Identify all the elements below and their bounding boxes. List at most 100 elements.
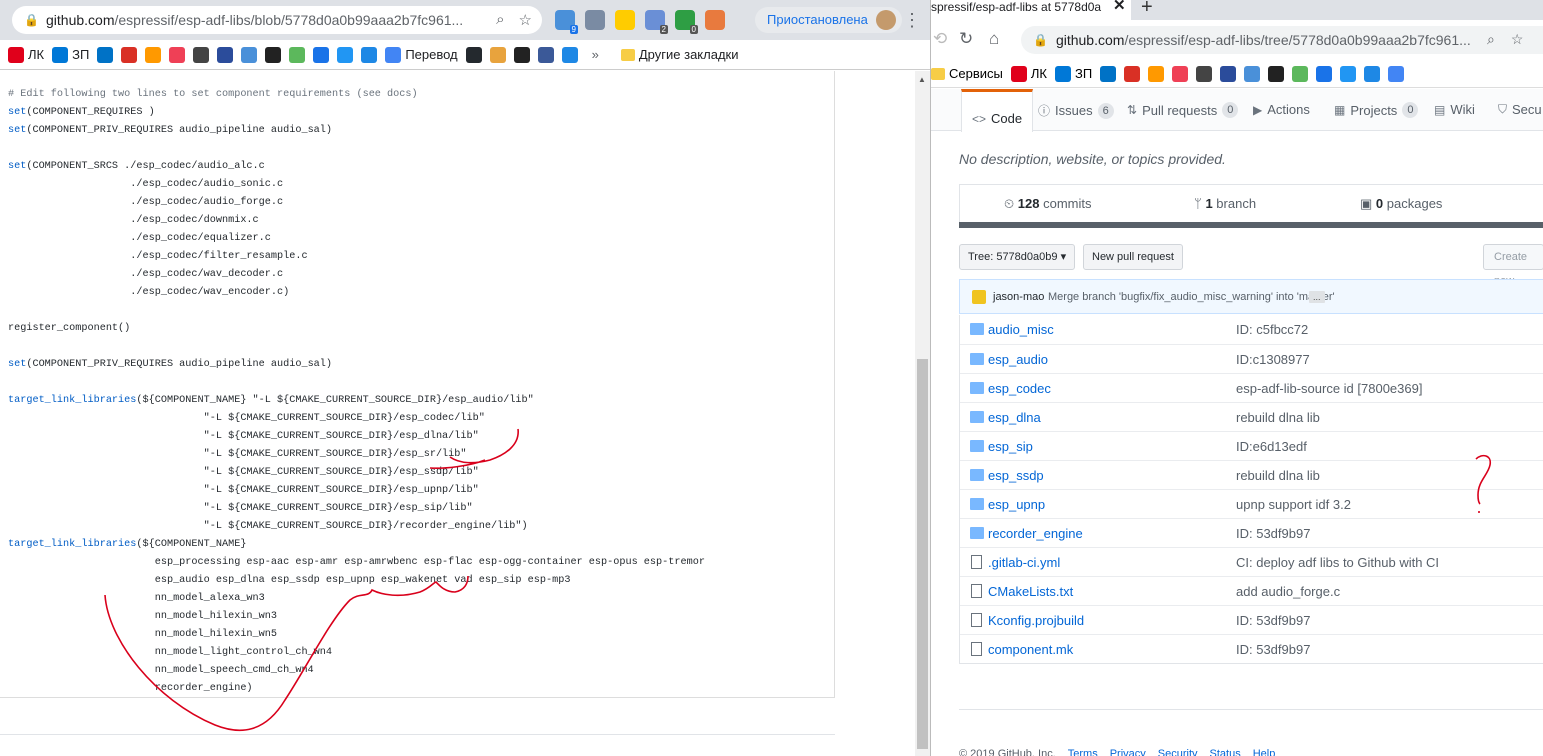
tab-issues[interactable]: ⓘ Issues 6 xyxy=(1038,102,1114,119)
bookmark-mail[interactable] xyxy=(145,46,162,63)
other-bookmarks-folder[interactable]: Другие закладки xyxy=(620,47,738,62)
scrollbar-thumb[interactable] xyxy=(917,359,928,749)
bookmark-skype[interactable]: ЗП xyxy=(52,46,89,63)
branches-link[interactable]: ᛘ 1 branch xyxy=(1194,196,1256,211)
commits-link[interactable]: ⏲ 128 commits xyxy=(1004,196,1091,212)
extension-icon-3[interactable] xyxy=(615,10,635,30)
check-extension-icon[interactable]: 0 xyxy=(675,10,698,34)
commit-expand-button[interactable]: ... xyxy=(1309,291,1325,303)
mail-extension-icon[interactable]: 2 xyxy=(645,10,668,34)
bookmark-pocket[interactable] xyxy=(169,46,186,63)
file-name-link[interactable]: esp_sip xyxy=(988,439,1033,454)
extension-icon-2[interactable] xyxy=(585,10,605,30)
zoom-icon[interactable]: ⌕ xyxy=(1487,31,1495,48)
bookmark-ring[interactable] xyxy=(1340,65,1357,82)
bookmark-translate[interactable]: Перевод xyxy=(385,46,458,63)
bookmark-outlook[interactable] xyxy=(97,46,114,63)
bookmark-bag[interactable] xyxy=(1196,65,1213,82)
footer-link-privacy[interactable]: Privacy xyxy=(1110,748,1146,756)
commit-message[interactable]: Merge branch 'bugfix/fix_audio_misc_warn… xyxy=(1048,291,1335,303)
kebab-menu-icon[interactable]: ⋮ xyxy=(903,10,921,31)
bookmark-emblem[interactable] xyxy=(1220,65,1237,82)
file-commit-message[interactable]: ID: 53df9b97 xyxy=(1236,613,1310,628)
file-name-link[interactable]: esp_codec xyxy=(988,381,1051,396)
bookmark-a[interactable] xyxy=(513,46,530,63)
extension-icon-1[interactable]: 9 xyxy=(555,10,578,34)
bookmark-gmail[interactable] xyxy=(1124,65,1141,82)
footer-link-status[interactable]: Status xyxy=(1210,748,1241,756)
new-tab-icon[interactable]: + xyxy=(1141,0,1153,19)
reload-icon[interactable]: ↻ xyxy=(959,29,973,49)
scroll-up-arrow-icon[interactable]: ▲ xyxy=(918,75,926,84)
file-commit-message[interactable]: add audio_forge.c xyxy=(1236,584,1340,599)
file-name-link[interactable]: Kconfig.projbuild xyxy=(988,613,1084,628)
bookmark-github[interactable] xyxy=(465,46,482,63)
star-icon[interactable]: ☆ xyxy=(1511,31,1524,48)
file-name-link[interactable]: recorder_engine xyxy=(988,526,1083,541)
bookmark-bag[interactable] xyxy=(193,46,210,63)
tab-actions[interactable]: ▶ Actions xyxy=(1253,102,1310,117)
bookmark-outlook[interactable] xyxy=(1100,65,1117,82)
file-commit-message[interactable]: ID:c1308977 xyxy=(1236,352,1310,367)
file-commit-message[interactable]: rebuild dlna lib xyxy=(1236,468,1320,483)
tab-wiki[interactable]: ▤ Wiki xyxy=(1434,102,1475,117)
file-name-link[interactable]: esp_ssdp xyxy=(988,468,1044,483)
file-commit-message[interactable]: CI: deploy adf libs to Github with CI xyxy=(1236,555,1439,570)
bookmark-mail[interactable] xyxy=(1148,65,1165,82)
bookmark-skype[interactable]: ЗП xyxy=(1054,65,1092,82)
file-name-link[interactable]: .gitlab-ci.yml xyxy=(988,555,1060,570)
back-icon[interactable]: ⟲ xyxy=(933,29,947,49)
file-commit-message[interactable]: ID: 53df9b97 xyxy=(1236,526,1310,541)
file-commit-message[interactable]: ID: 53df9b97 xyxy=(1236,642,1310,657)
close-tab-icon[interactable]: ✕ xyxy=(1113,0,1126,13)
profile-paused-button[interactable]: Приостановлена xyxy=(755,7,902,33)
bookmark-emblem[interactable] xyxy=(217,46,234,63)
bookmark-vs[interactable] xyxy=(1364,65,1381,82)
left-scrollbar[interactable]: ▲ xyxy=(915,71,930,756)
bookmark-two[interactable] xyxy=(289,46,306,63)
bookmark-network[interactable] xyxy=(561,46,578,63)
bookmark-g[interactable] xyxy=(1316,65,1333,82)
bookmark-vs[interactable] xyxy=(361,46,378,63)
file-name-link[interactable]: component.mk xyxy=(988,642,1073,657)
tab-projects[interactable]: ▦ Projects 0 xyxy=(1334,102,1419,118)
bookmark-translate[interactable] xyxy=(1388,65,1405,82)
bookmark-facebook[interactable] xyxy=(537,46,554,63)
file-name-link[interactable]: esp_audio xyxy=(988,352,1048,367)
tab-repository[interactable]: spressif/esp-adf-libs at 5778d0a ✕ xyxy=(931,0,1131,20)
bookmark-pocket[interactable] xyxy=(1172,65,1189,82)
packages-link[interactable]: ▣ 0 packages xyxy=(1360,196,1442,212)
services-folder[interactable]: Сервисы xyxy=(931,66,1003,81)
bookmark-circle[interactable] xyxy=(265,46,282,63)
create-new-file-button[interactable]: Create new xyxy=(1483,244,1543,287)
bookmark-map[interactable] xyxy=(241,46,258,63)
bookmark-map[interactable] xyxy=(1244,65,1261,82)
tab-pull-requests[interactable]: ⇅ Pull requests 0 xyxy=(1127,102,1239,118)
extension-icon-6[interactable] xyxy=(705,10,725,30)
bookmark-ring[interactable] xyxy=(337,46,354,63)
commit-author[interactable]: jason-mao xyxy=(993,291,1044,303)
file-name-link[interactable]: esp_dlna xyxy=(988,410,1041,425)
footer-link-help[interactable]: Help xyxy=(1253,748,1276,756)
file-commit-message[interactable]: upnp support idf 3.2 xyxy=(1236,497,1351,512)
bookmark-fox[interactable] xyxy=(489,46,506,63)
right-address-bar[interactable]: 🔒 github.com /espressif/esp-adf-libs/tre… xyxy=(1021,26,1543,54)
bookmark-two[interactable] xyxy=(1292,65,1309,82)
file-commit-message[interactable]: ID: c5fbcc72 xyxy=(1236,322,1308,337)
tab-secu[interactable]: ⛉ Secu xyxy=(1498,102,1542,117)
file-commit-message[interactable]: esp-adf-lib-source id [7800e369] xyxy=(1236,381,1422,396)
bookmark-g[interactable] xyxy=(313,46,330,63)
zoom-icon[interactable]: ⌕ xyxy=(496,11,504,29)
tab-code[interactable]: <> Code xyxy=(961,89,1034,132)
bookmark-gmail[interactable] xyxy=(121,46,138,63)
file-commit-message[interactable]: ID:e6d13edf xyxy=(1236,439,1307,454)
bookmark-opera[interactable]: ЛК xyxy=(8,46,44,63)
more-bookmarks-button[interactable]: » xyxy=(592,47,599,62)
footer-link-security[interactable]: Security xyxy=(1158,748,1198,756)
bookmark-circle[interactable] xyxy=(1268,65,1285,82)
left-address-bar[interactable]: 🔒 github.com /espressif/esp-adf-libs/blo… xyxy=(12,6,542,34)
file-name-link[interactable]: CMakeLists.txt xyxy=(988,584,1073,599)
file-name-link[interactable]: esp_upnp xyxy=(988,497,1045,512)
file-commit-message[interactable]: rebuild dlna lib xyxy=(1236,410,1320,425)
new-pull-request-button[interactable]: New pull request xyxy=(1083,244,1183,270)
